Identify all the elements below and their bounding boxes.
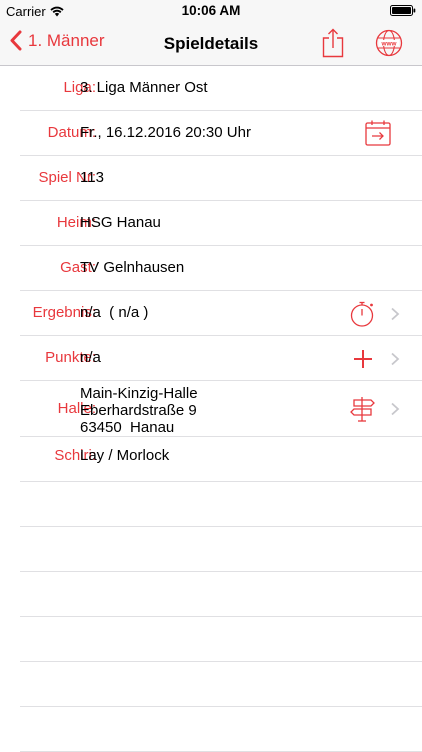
heim-value: HSG Hanau [80,214,161,231]
stopwatch-icon[interactable] [349,300,377,328]
status-time: 10:06 AM [181,3,241,18]
halle-address: Main-Kinzig-Halle Eberhardstraße 9 63450… [80,385,198,436]
empty-row [20,707,422,752]
chevron-right-icon[interactable] [390,352,400,366]
calendar-add-icon[interactable] [363,118,393,148]
navigation-bar: 1. Männer Spieldetails www [0,22,422,66]
halle-city: 63450 Hanau [80,419,175,436]
empty-row [20,527,422,572]
spiel-nr-value: 113 [80,169,104,186]
empty-row [20,662,422,707]
datum-value: Fr., 16.12.2016 20:30 Uhr [80,124,251,141]
halle-name: Main-Kinzig-Halle [80,385,198,402]
row-halle[interactable]: Halle: Main-Kinzig-Halle Eberhardstraße … [20,381,422,437]
row-ergebnis[interactable]: Ergebnis: n/a ( n/a ) [20,291,422,336]
ergebnis-value: n/a ( n/a ) [80,304,149,321]
gast-value: TV Gelnhausen [80,259,185,276]
globe-www-icon[interactable]: www [375,29,403,57]
row-schiri: Schiri: Lay / Morlock [20,437,422,482]
chevron-right-icon[interactable] [390,402,400,416]
empty-row [20,572,422,617]
liga-value: 3. Liga Männer Ost [80,79,208,96]
row-spiel-nr: Spiel Nr: 113 [20,156,422,201]
chevron-right-icon[interactable] [390,307,400,321]
svg-text:www: www [381,41,397,48]
plus-icon[interactable] [349,345,377,373]
row-gast: Gast: TV Gelnhausen [20,246,422,291]
row-heim: Heim: HSG Hanau [20,201,422,246]
punkte-value: n/a [80,349,101,366]
signpost-icon[interactable] [349,395,377,423]
empty-row [20,617,422,662]
row-punkte[interactable]: Punkte: n/a [20,336,422,381]
row-datum[interactable]: Datum: Fr., 16.12.2016 20:30 Uhr [20,111,422,156]
battery-icon [390,5,416,16]
page-title: Spieldetails [163,34,259,53]
details-table: Liga: 3. Liga Männer Ost Datum: Fr., 16.… [0,66,422,752]
share-icon[interactable] [320,28,346,58]
schiri-value: Lay / Morlock [80,447,170,464]
row-liga: Liga: 3. Liga Männer Ost [20,66,422,111]
halle-street: Eberhardstraße 9 [80,402,197,419]
status-bar: Carrier 10:06 AM [0,0,422,22]
empty-row [20,482,422,527]
